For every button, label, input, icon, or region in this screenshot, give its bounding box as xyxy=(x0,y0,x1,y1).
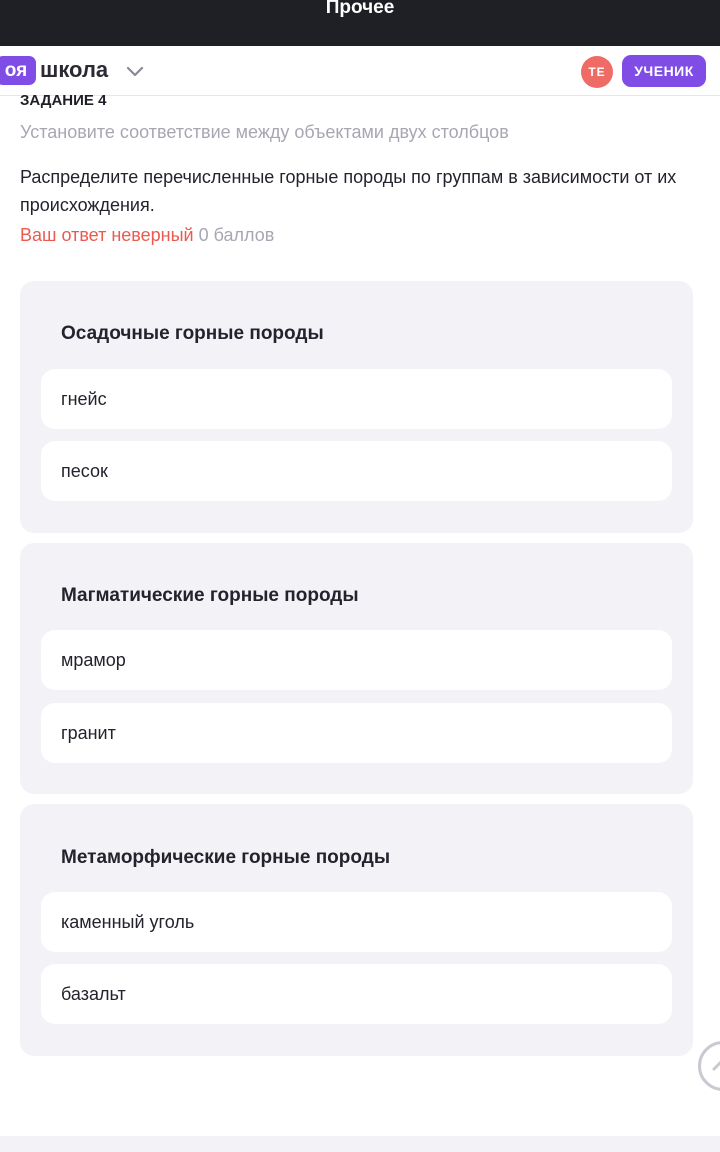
arrow-up-icon[interactable] xyxy=(698,1041,720,1091)
result-status: Ваш ответ неверный xyxy=(20,225,194,245)
top-bar-title: Прочее xyxy=(325,0,395,18)
scroll-top-glyph xyxy=(712,1060,720,1071)
task-question: Распределите перечисленные горные породы… xyxy=(20,167,677,215)
answer-item[interactable]: песок xyxy=(41,441,672,501)
group-title: Метаморфические горные породы xyxy=(61,847,391,868)
group-sedimentary: Осадочные горные породы гнейс песок xyxy=(20,281,693,533)
group-magmatic: Магматические горные породы мрамор грани… xyxy=(20,543,693,794)
answer-item[interactable]: мрамор xyxy=(41,630,672,690)
task-label: ЗАДАНИЕ 4 xyxy=(20,92,107,109)
answer-item[interactable]: каменный уголь xyxy=(41,892,672,952)
answer-result: Ваш ответ неверный 0 баллов xyxy=(20,225,274,246)
answer-item[interactable]: базальт xyxy=(41,964,672,1024)
app-header: оя школа TE УЧЕНИК xyxy=(0,46,720,96)
role-button[interactable]: УЧЕНИК xyxy=(622,55,706,87)
task-subtitle: Установите соответствие между объектами … xyxy=(20,122,509,142)
group-title: Осадочные горные породы xyxy=(61,323,324,344)
result-score: 0 баллов xyxy=(198,225,275,245)
group-title: Магматические горные породы xyxy=(61,585,359,606)
answer-item[interactable]: гнейс xyxy=(41,369,672,429)
logo-text[interactable]: школа xyxy=(40,57,108,83)
group-metamorphic: Метаморфические горные породы каменный у… xyxy=(20,804,693,1056)
answer-item[interactable]: гранит xyxy=(41,703,672,763)
avatar[interactable]: TE xyxy=(581,56,613,88)
footer-strip xyxy=(0,1136,720,1152)
top-bar: Прочее xyxy=(0,0,720,46)
logo-badge[interactable]: оя xyxy=(0,56,36,85)
chevron-down-icon[interactable] xyxy=(124,60,146,82)
